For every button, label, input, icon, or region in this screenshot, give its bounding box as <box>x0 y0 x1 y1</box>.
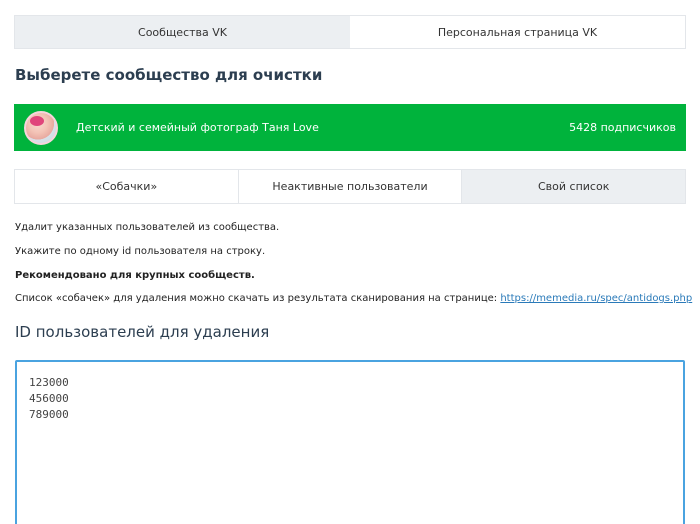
tab-dogs-label: «Собачки» <box>95 180 158 193</box>
tab-vk-communities-label: Сообщества VK <box>138 25 227 39</box>
ids-title: ID пользователей для удаления <box>15 323 270 341</box>
info-remove-users: Удалит указанных пользователей из сообще… <box>15 222 280 233</box>
tab-vk-personal-page-label: Персональная страница VK <box>437 25 598 39</box>
tab-vk-communities[interactable]: Сообщества VK <box>15 16 350 48</box>
community-selector[interactable]: Детский и семейный фотограф Таня Love 54… <box>14 104 686 151</box>
tab-vk-personal-page[interactable]: Персональная страница VK <box>350 16 685 48</box>
info-download-list: Список «собачек» для удаления можно скач… <box>15 293 692 304</box>
page: Сообщества VK Персональная страница VK В… <box>0 0 700 524</box>
ids-textarea[interactable] <box>15 360 685 524</box>
tab-custom-list[interactable]: Свой список <box>462 170 686 203</box>
info-recommended: Рекомендовано для крупных сообществ. <box>15 270 255 281</box>
tab-inactive-users-label: Неактивные пользователи <box>272 180 428 193</box>
mode-tabs: «Собачки» Неактивные пользователи Свой с… <box>14 169 686 204</box>
section-title: Выберете сообщество для очистки <box>15 66 323 84</box>
antidogs-link[interactable]: https://memedia.ru/spec/antidogs.php <box>500 293 692 304</box>
tab-inactive-users[interactable]: Неактивные пользователи <box>239 170 463 203</box>
tab-dogs[interactable]: «Собачки» <box>15 170 239 203</box>
community-avatar <box>24 110 58 145</box>
community-name: Детский и семейный фотограф Таня Love <box>76 121 319 134</box>
info-download-text: Список «собачек» для удаления можно скач… <box>15 293 501 304</box>
tab-custom-list-label: Свой список <box>538 180 610 193</box>
top-tabs: Сообщества VK Персональная страница VK <box>14 15 686 49</box>
community-subscribers: 5428 подписчиков <box>569 121 676 134</box>
avatar-bow-icon <box>30 115 44 126</box>
info-one-id-per-line: Укажите по одному id пользователя на стр… <box>15 246 266 257</box>
